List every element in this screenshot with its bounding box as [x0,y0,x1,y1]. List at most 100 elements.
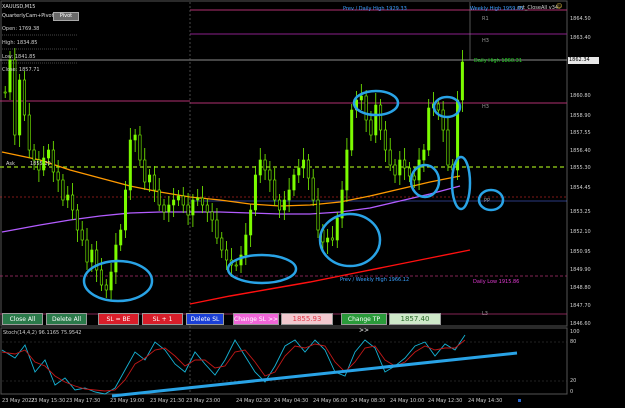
candle-body [282,199,286,211]
prev-daily-high-label: Prev / Daily High 1929.33 [343,6,407,12]
candle-body [244,234,248,256]
pp-label: PP [484,198,491,204]
candle-body [167,204,171,213]
candle-body [148,174,152,183]
time-axis-tick: 24 May 14:30 [468,398,503,404]
candle-body [306,159,310,179]
candle-body [364,95,368,121]
time-axis-tick: 23 May 23:00 [186,398,221,404]
h3-top-label: H3 [482,38,489,44]
candle-body [47,149,51,159]
candle-body [273,179,277,201]
sl-value-input[interactable]: 1855.93 [281,313,333,325]
change-tp-button[interactable]: Change TP >> [341,313,387,334]
candle-body [133,134,137,141]
time-axis-tick: 23 May 21:30 [150,398,185,404]
daily-low-label: Daily Low 1915.86 [473,279,520,285]
price-axis-tick: 1848.80 [570,285,591,291]
expert-name: mt_CloseAll v34 [518,5,559,11]
price-axis-tick: 1847.70 [570,303,591,309]
candle-body [99,269,103,286]
price-axis-tick: 1852.10 [570,229,591,235]
candle-body [80,229,84,241]
delete-all-button[interactable]: Delete All [46,313,87,325]
price-axis-tick: 1854.45 [570,185,591,191]
candle-body [196,197,200,201]
sl-plus-button[interactable]: SL + 1 [142,313,183,325]
price-chart[interactable] [0,0,625,408]
stoch-plot-frame [0,327,568,395]
candle-body [119,229,123,246]
time-axis-tick: 24 May 04:30 [274,398,309,404]
sl-be-button[interactable]: SL = BE [98,313,139,325]
candle-body [287,189,291,201]
time-axis-tick: 24 May 08:30 [351,398,386,404]
candle-body [292,174,296,191]
price-axis-tick: 1855.30 [570,165,591,171]
tp-value-input[interactable]: 1857.40 [389,313,441,325]
stoch-axis-100: 100 [570,329,580,335]
info-separators [2,34,78,64]
candle-body [114,244,118,273]
candle-body [427,107,431,151]
candle-body [210,211,214,221]
price-axis-tick: 1860.80 [570,93,591,99]
annotation-circle-1 [82,259,154,303]
candle-body [359,95,363,101]
candle-body [263,159,267,171]
candle-body [71,194,75,211]
time-axis-tick: 23 May 2022 [2,398,35,404]
candle-body [90,249,94,263]
candle-body [403,159,407,169]
candle-body [104,284,108,291]
candle-body [75,209,79,231]
candle-body [66,194,70,201]
candle-body [143,159,147,183]
candle-body [225,249,229,261]
time-axis-tick: 24 May 10:00 [390,398,425,404]
candle-body [330,237,334,241]
candle-body [152,174,156,191]
time-axis-tick: 24 May 06:00 [313,398,348,404]
candle-body [422,149,426,161]
candle-body [297,167,301,176]
price-axis-tick: 1856.40 [570,148,591,154]
ask-label: Ask [6,161,15,167]
candle-body [460,61,464,101]
main-plot-frame [0,0,568,327]
candle-body [383,129,387,151]
stoch-trendline [111,351,518,398]
expert-smiley-icon: ☺ [556,3,563,10]
candle-body [268,169,272,181]
candle-body [446,129,450,166]
candle-body [186,204,190,216]
price-axis-tick: 1846.60 [570,321,591,327]
candle-body [61,179,65,201]
change-sl-button[interactable]: Change SL >> [233,313,279,325]
stoch-axis-0: 0 [570,389,574,395]
stoch-label: Stoch(14,4,2) 96.1165 75.9542 [3,330,82,336]
candle-body [345,149,349,191]
small-marker [518,399,521,402]
candle-body [138,134,142,161]
candle-body [393,164,397,176]
candle-body [109,271,113,291]
candle-body [326,237,330,243]
weekly-high-label: Weekly High 1959.05 [470,6,524,12]
candle-body [316,199,320,231]
price-axis-tick: 1850.95 [570,249,591,255]
candle-body [302,159,306,169]
candle-body [374,104,378,136]
candle-body [157,189,161,206]
candle-body [379,104,383,131]
candle-body [407,167,411,177]
time-axis-tick: 24 May 12:30 [428,398,463,404]
close-all-button[interactable]: Close All [2,313,43,325]
candle-body [51,149,55,173]
candle-body [311,177,315,201]
candle-body [335,217,339,241]
candle-body [22,79,26,116]
candle-body [398,159,402,176]
delete-sl-button[interactable]: Delete SL [186,313,224,325]
candle-body [278,199,282,211]
